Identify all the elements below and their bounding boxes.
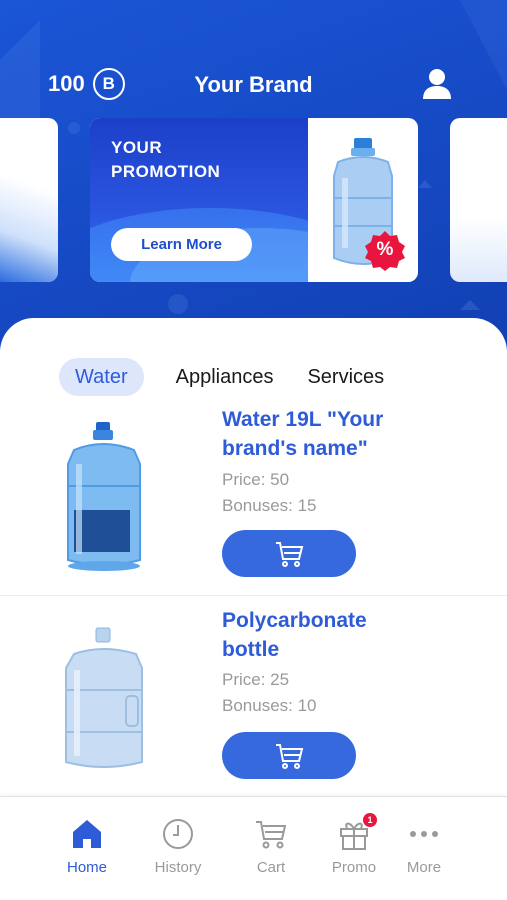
clock-icon <box>163 819 193 849</box>
promo-card[interactable]: YOUR PROMOTION Learn More % <box>90 118 418 282</box>
cart-icon <box>256 821 287 849</box>
promo-title: YOUR PROMOTION <box>111 138 221 181</box>
nav-cart[interactable]: Cart <box>231 817 311 876</box>
header: 100 B Your Brand YOUR PROMOTION Learn Mo… <box>0 0 507 350</box>
add-to-cart-button[interactable] <box>222 732 356 779</box>
gift-icon: 1 <box>337 813 377 851</box>
profile-button[interactable] <box>422 68 452 100</box>
product-price: Price: 50 <box>222 470 290 489</box>
product-item[interactable]: Polycarbonate bottle Price: 25 Bonuses: … <box>0 595 507 795</box>
bottom-nav: Home History Cart 1 Promo More <box>0 796 507 900</box>
add-to-cart-button[interactable] <box>222 530 356 577</box>
more-icon <box>410 831 438 837</box>
promo-image: % <box>308 118 418 282</box>
product-bonuses: Bonuses: 10 <box>222 696 317 715</box>
promo-badge: 1 <box>363 813 377 827</box>
product-item[interactable]: Water 19L "Your brand's name" Price: 50 … <box>0 400 507 600</box>
cart-icon <box>276 541 304 567</box>
home-icon <box>73 820 101 848</box>
promo-banner: YOUR PROMOTION Learn More <box>90 118 308 282</box>
user-icon <box>423 69 451 99</box>
discount-badge: % <box>364 230 406 272</box>
product-price: Price: 25 <box>222 670 290 689</box>
nav-promo[interactable]: 1 Promo <box>314 813 394 876</box>
product-name[interactable]: Water 19L "Your brand's name" <box>222 405 422 463</box>
polycarbonate-bottle-image <box>65 627 143 768</box>
promo-card-previous[interactable] <box>0 118 58 282</box>
tab-services[interactable]: Services <box>291 358 400 396</box>
nav-more[interactable]: More <box>384 817 464 876</box>
product-bonuses: Bonuses: 15 <box>222 496 317 515</box>
tab-water[interactable]: Water <box>59 358 144 396</box>
category-tabs: Water Appliances Services <box>59 358 400 396</box>
cart-icon <box>276 743 304 769</box>
product-name[interactable]: Polycarbonate bottle <box>222 606 422 664</box>
nav-history[interactable]: History <box>138 817 218 876</box>
nav-home[interactable]: Home <box>47 817 127 876</box>
promo-card-next[interactable] <box>450 118 507 282</box>
learn-more-button[interactable]: Learn More <box>111 228 252 261</box>
water-19l-image <box>67 422 141 571</box>
tab-appliances[interactable]: Appliances <box>160 358 290 396</box>
